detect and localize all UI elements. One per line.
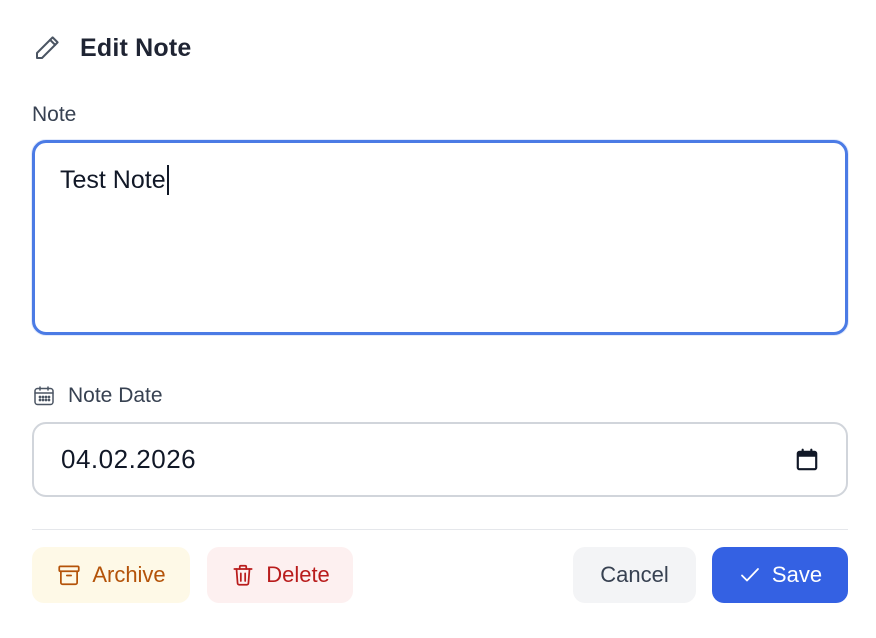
edit-note-dialog: Edit Note Note Test Note Note Date 04.02… bbox=[0, 0, 876, 638]
delete-button[interactable]: Delete bbox=[207, 547, 353, 603]
note-label-text: Note bbox=[32, 103, 77, 126]
save-button[interactable]: Save bbox=[712, 547, 848, 603]
note-label: Note bbox=[32, 103, 76, 127]
pencil-icon bbox=[32, 33, 62, 63]
archive-box-icon bbox=[56, 562, 82, 588]
note-textarea[interactable]: Test Note bbox=[32, 140, 848, 335]
save-button-label: Save bbox=[771, 562, 823, 587]
cancel-button[interactable]: Cancel bbox=[573, 547, 696, 603]
footer-divider bbox=[32, 529, 848, 530]
archive-button-label: Archive bbox=[92, 562, 166, 587]
note-value: Test Note bbox=[60, 165, 166, 194]
note-date-label-text: Note Date bbox=[68, 384, 163, 407]
delete-button-label: Delete bbox=[266, 562, 330, 587]
dialog-header: Edit Note bbox=[32, 30, 192, 66]
note-date-input[interactable]: 04.02.2026 bbox=[32, 422, 848, 497]
note-date-label: Note Date bbox=[32, 384, 163, 408]
archive-button[interactable]: Archive bbox=[32, 547, 190, 603]
trash-icon bbox=[230, 562, 256, 588]
text-caret bbox=[166, 165, 169, 195]
calendar-picker-icon[interactable] bbox=[794, 447, 820, 473]
cancel-button-label: Cancel bbox=[600, 562, 669, 587]
calendar-icon bbox=[32, 384, 56, 408]
dialog-title: Edit Note bbox=[80, 33, 192, 62]
note-text-content: Test Note bbox=[60, 165, 169, 195]
date-value: 04.02.2026 bbox=[61, 444, 197, 474]
check-icon bbox=[738, 563, 762, 587]
